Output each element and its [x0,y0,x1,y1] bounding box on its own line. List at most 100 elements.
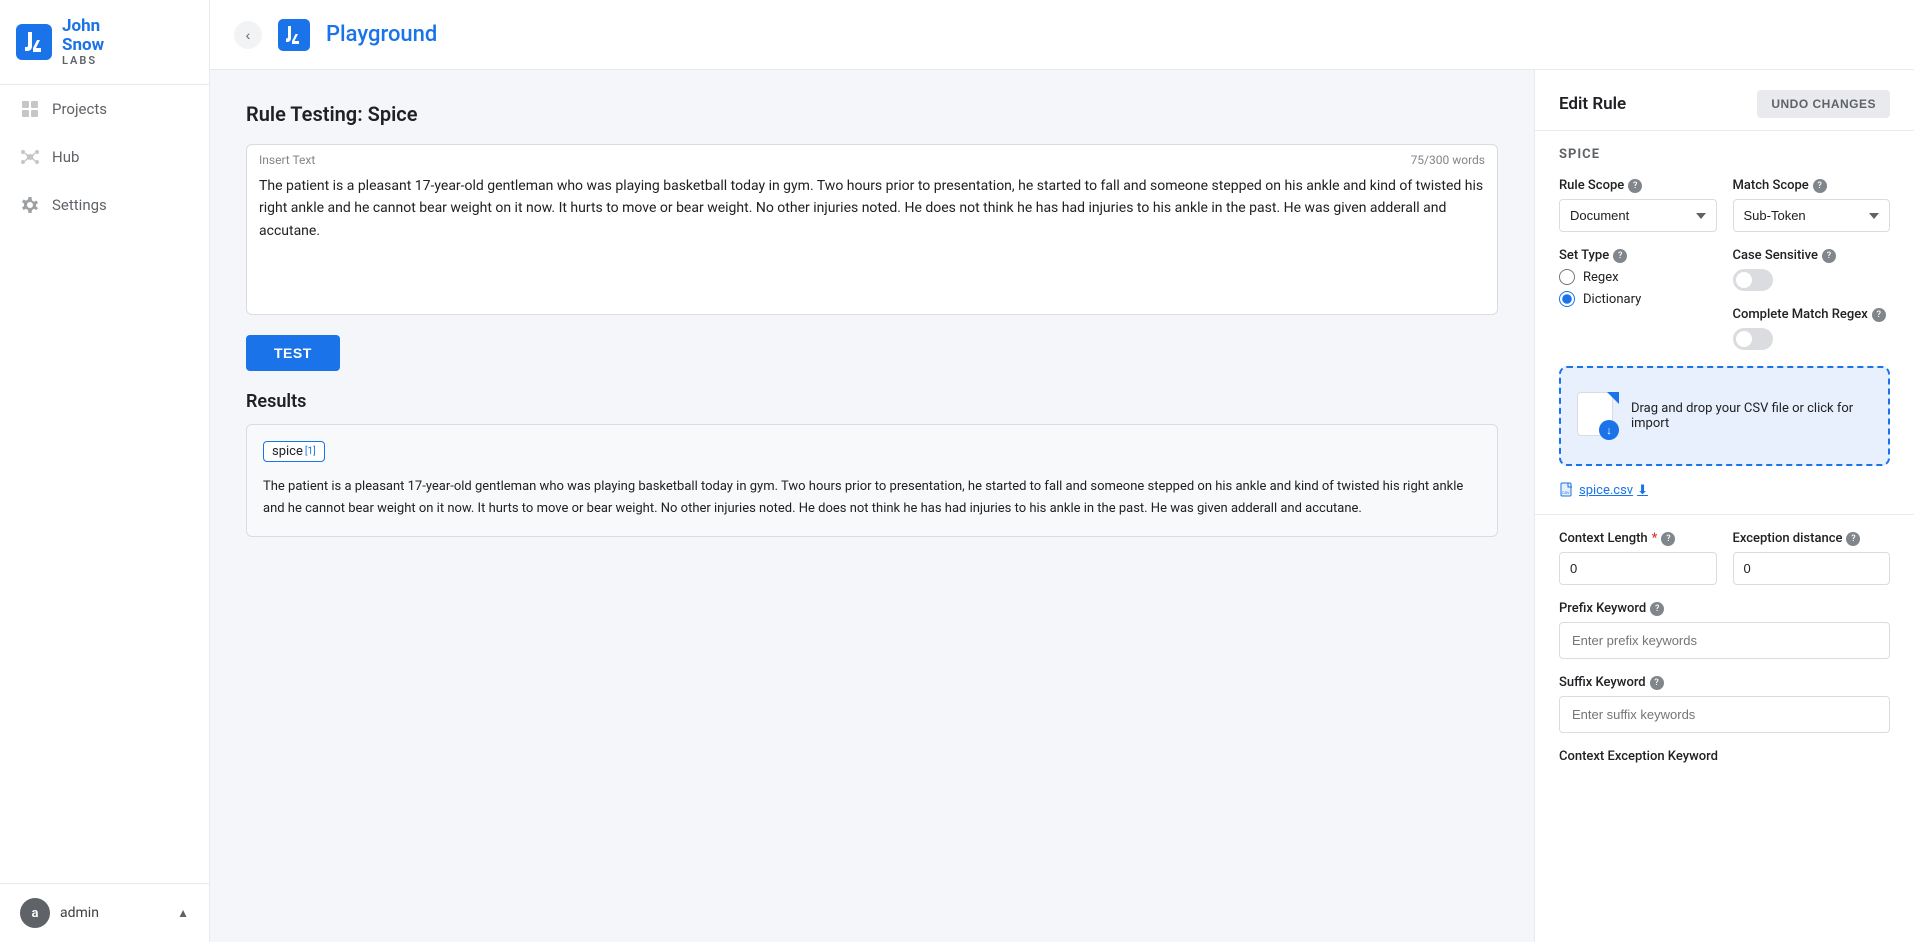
insert-text-label: Insert Text [259,153,315,167]
divider [1535,514,1914,515]
sidebar-item-hub-label: Hub [52,148,79,166]
result-text: The patient is a pleasant 17-year-old ge… [263,476,1481,520]
download-icon: ⬇ [1637,483,1648,498]
exception-distance-label: Exception distance ? [1733,531,1891,546]
case-sensitive-label: Case Sensitive [1733,248,1818,263]
sidebar-item-projects[interactable]: Projects [0,85,209,133]
set-type-options: Regex Dictionary [1559,269,1717,307]
complete-match-slider [1733,328,1773,350]
exception-distance-input[interactable] [1733,552,1891,585]
undo-changes-button[interactable]: UNDO CHANGES [1757,90,1890,118]
jsl-logo-icon [16,24,52,60]
csv-drop-zone[interactable]: ↓ Drag and drop your CSV file or click f… [1559,366,1890,466]
suffix-keyword-group: Suffix Keyword ? [1559,675,1890,733]
set-type-group: Set Type ? Regex Dictionary [1559,248,1717,307]
upload-badge-icon: ↓ [1599,420,1619,440]
right-panel-body: SPICE Rule Scope ? Document Sentence Tok… [1535,131,1914,780]
required-star: * [1652,531,1658,546]
brand-john: John [62,17,104,36]
page-title: Rule Testing: Spice [246,102,1498,126]
result-tags-row: spice[1] [263,441,1481,462]
case-sensitive-group: Case Sensitive ? [1733,248,1891,291]
prefix-keyword-info-icon[interactable]: ? [1650,602,1664,616]
brand-snow: Snow [62,36,104,55]
complete-match-info-icon[interactable]: ? [1872,308,1886,322]
center-panel: Rule Testing: Spice Insert Text 75/300 w… [210,70,1534,942]
sidebar-item-settings[interactable]: Settings [0,181,209,229]
topbar: ‹ Playground [210,0,1914,70]
rule-scope-select[interactable]: Document Sentence Token [1559,199,1717,232]
sidebar-item-hub[interactable]: Hub [0,133,209,181]
brand-labs: LABS [62,55,104,67]
result-tag-spice: spice[1] [263,441,325,462]
case-sensitive-info-icon[interactable]: ? [1822,249,1836,263]
username-label: admin [60,905,167,921]
set-type-dictionary-label: Dictionary [1583,292,1641,307]
rule-scope-group: Rule Scope ? Document Sentence Token [1559,178,1717,232]
context-exception-keyword-label: Context Exception Keyword [1559,749,1890,764]
content-area: Rule Testing: Spice Insert Text 75/300 w… [210,70,1914,942]
context-exception-keyword-group: Context Exception Keyword [1559,749,1890,764]
set-type-dictionary-radio[interactable] [1559,291,1575,307]
set-type-info-icon[interactable]: ? [1613,249,1627,263]
exception-distance-group: Exception distance ? [1733,531,1891,585]
sidebar-nav: Projects Hub Settings [0,85,209,229]
rule-scope-info-icon[interactable]: ? [1628,179,1642,193]
right-panel: Edit Rule UNDO CHANGES SPICE Rule Scope … [1534,70,1914,942]
csv-filename: spice.csv [1579,483,1633,498]
results-box: spice[1] The patient is a pleasant 17-ye… [246,424,1498,537]
set-type-regex-label: Regex [1583,270,1619,285]
set-type-label: Set Type ? [1559,248,1717,263]
complete-match-group: Complete Match Regex ? [1733,307,1891,350]
suffix-keyword-label: Suffix Keyword ? [1559,675,1890,690]
prefix-keyword-label: Prefix Keyword ? [1559,601,1890,616]
context-length-input[interactable] [1559,552,1717,585]
edit-rule-title: Edit Rule [1559,94,1626,114]
suffix-keyword-input[interactable] [1559,696,1890,733]
avatar: a [20,898,50,928]
word-count: 75/300 words [1411,153,1485,167]
case-sensitive-toggle[interactable] [1733,269,1773,291]
csv-file-link[interactable]: CSV spice.csv ⬇ [1559,482,1890,498]
prefix-keyword-group: Prefix Keyword ? [1559,601,1890,659]
right-panel-header: Edit Rule UNDO CHANGES [1535,70,1914,131]
brand-text: John Snow LABS [62,17,104,66]
match-scope-info-icon[interactable]: ? [1813,179,1827,193]
svg-text:CSV: CSV [1562,490,1570,495]
match-scope-select[interactable]: Sub-Token Token Sentence [1733,199,1891,232]
topbar-logo-icon [278,19,310,51]
case-sensitive-slider [1733,269,1773,291]
complete-match-toggle[interactable] [1733,328,1773,350]
rule-scope-label: Rule Scope ? [1559,178,1717,193]
match-scope-label: Match Scope ? [1733,178,1891,193]
text-editor-wrapper: Insert Text 75/300 words The patient is … [246,144,1498,315]
main-area: ‹ Playground Rule Testing: Spice Insert … [210,0,1914,942]
scope-row: Rule Scope ? Document Sentence Token Mat… [1559,178,1890,232]
set-type-regex-radio[interactable] [1559,269,1575,285]
context-length-info-icon[interactable]: ? [1661,532,1675,546]
sidebar: John Snow LABS Projects [0,0,210,942]
settings-icon [20,195,40,215]
logo-area: John Snow LABS [0,0,209,85]
drop-zone-text: Drag and drop your CSV file or click for… [1631,401,1872,431]
match-scope-group: Match Scope ? Sub-Token Token Sentence [1733,178,1891,232]
results-title: Results [246,391,1498,412]
test-button[interactable]: TEST [246,335,340,371]
drop-zone-icon: ↓ [1577,392,1619,440]
set-type-regex-option[interactable]: Regex [1559,269,1717,285]
sidebar-footer[interactable]: a admin ▲ [0,883,209,942]
collapse-sidebar-button[interactable]: ‹ [234,21,262,49]
topbar-title: Playground [326,22,437,47]
tag-sup: [1] [305,446,316,457]
tag-label: spice [272,444,303,459]
set-type-dictionary-option[interactable]: Dictionary [1559,291,1717,307]
exception-distance-info-icon[interactable]: ? [1846,532,1860,546]
prefix-keyword-input[interactable] [1559,622,1890,659]
complete-match-label: Complete Match Regex [1733,307,1868,322]
sidebar-item-settings-label: Settings [52,196,107,214]
projects-icon [20,99,40,119]
main-text-input[interactable]: The patient is a pleasant 17-year-old ge… [247,145,1497,310]
suffix-keyword-info-icon[interactable]: ? [1650,676,1664,690]
chevron-up-icon: ▲ [177,906,189,920]
context-length-label: Context Length * ? [1559,531,1717,546]
